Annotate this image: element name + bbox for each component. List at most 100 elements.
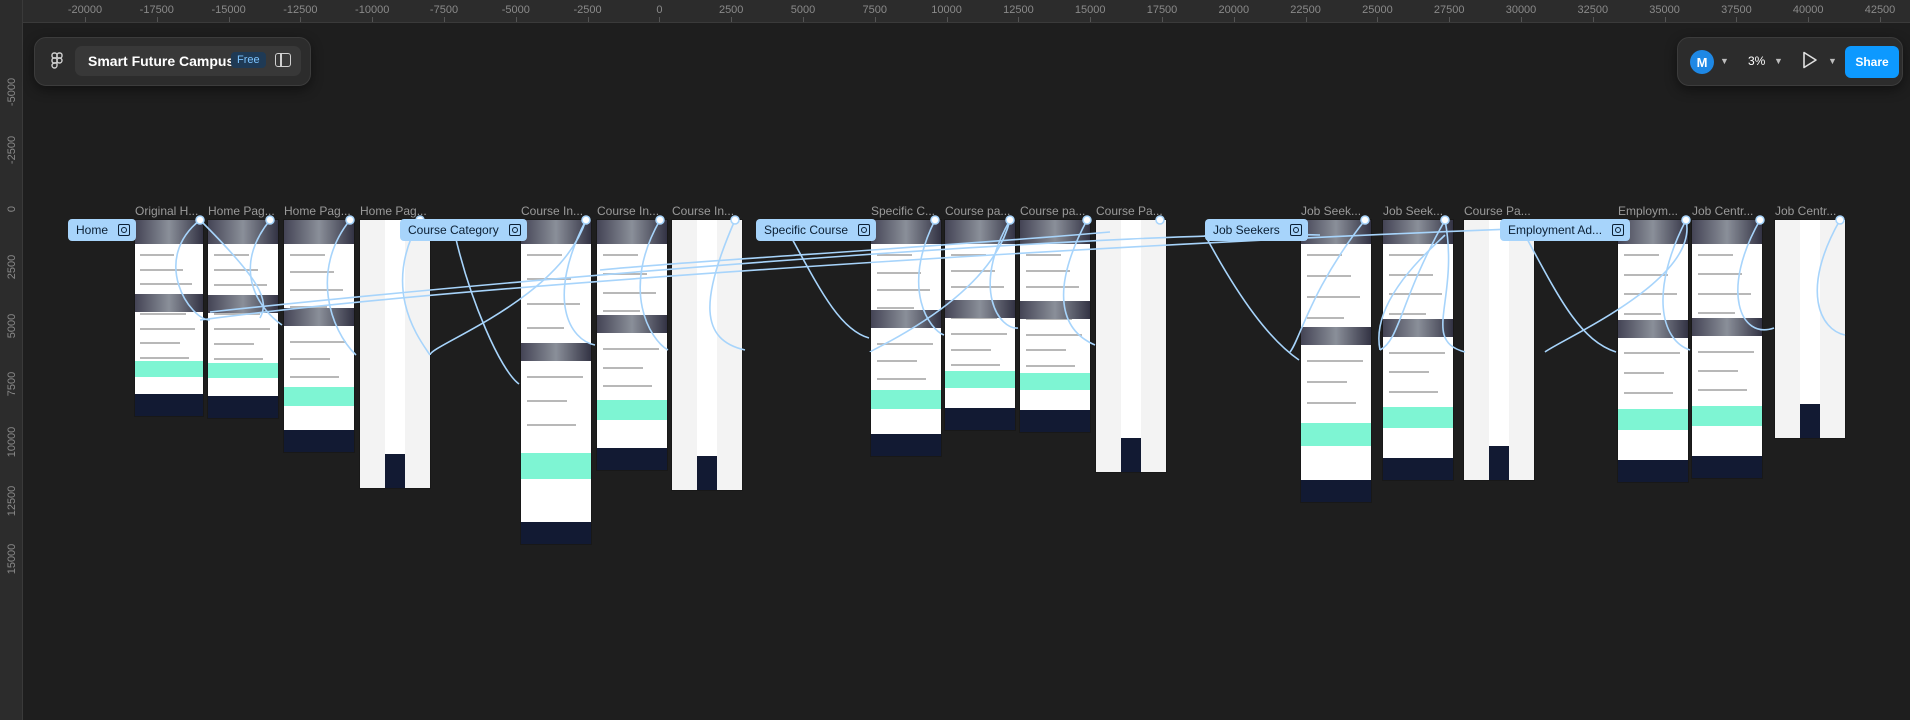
frame-text-line: [213, 268, 258, 271]
zoom-level[interactable]: 3%: [1748, 54, 1765, 68]
frame-title[interactable]: Course Pa...: [1464, 204, 1531, 218]
frame-text-line: [213, 283, 267, 286]
horizontal-ruler: -20000 -17500 -15000 -12500 -10000 -7500 -5000…: [0, 0, 1910, 23]
frame-title[interactable]: Home Pag...: [284, 204, 351, 218]
frame-title[interactable]: Original H...: [135, 204, 198, 218]
section-settings-icon[interactable]: [858, 224, 871, 236]
section-settings-icon[interactable]: [1612, 224, 1625, 236]
frame-title[interactable]: Course pa...: [945, 204, 1010, 218]
frame-thumbnail[interactable]: [360, 220, 430, 488]
frame-text-line: [1697, 370, 1739, 373]
frame-thumbnail[interactable]: [1301, 220, 1371, 502]
ruler-x-label: 27500: [1433, 4, 1465, 16]
frame-hero-image: [521, 220, 591, 244]
frame-thumbnail[interactable]: [284, 220, 354, 452]
frame-thumbnail[interactable]: [597, 220, 667, 470]
frame-footer: [1301, 480, 1371, 502]
figma-logo-icon[interactable]: [49, 52, 65, 70]
chevron-down-icon[interactable]: ▼: [1828, 56, 1837, 66]
frame-text-line: [950, 348, 992, 351]
chevron-down-icon[interactable]: ▼: [1720, 56, 1729, 66]
ruler-x-label: -17500: [139, 4, 174, 16]
frame-title[interactable]: Course In...: [597, 204, 659, 218]
frame-title[interactable]: Course Pa...: [1096, 204, 1163, 218]
frame-thumbnail[interactable]: [871, 220, 941, 456]
frame-thumbnail[interactable]: [208, 220, 278, 418]
user-avatar[interactable]: M: [1690, 50, 1714, 74]
section-label[interactable]: Job Seekers: [1205, 219, 1308, 241]
frame-text-line: [289, 288, 343, 291]
frame-thumbnail[interactable]: [1464, 220, 1534, 480]
frame-text-line: [1025, 365, 1076, 368]
ruler-tick: [156, 17, 158, 22]
frame-image-row: [284, 308, 354, 327]
frame-text-line: [289, 271, 334, 274]
frame-thumbnail[interactable]: [945, 220, 1015, 430]
frame-hero-image: [1301, 220, 1371, 244]
sidebar-toggle-icon[interactable]: [275, 53, 291, 67]
frame-text-line: [602, 272, 647, 275]
frame-text-line: [526, 375, 583, 378]
frame-text-line: [1623, 371, 1665, 374]
frame-title[interactable]: Job Seek...: [1301, 204, 1361, 218]
section-label[interactable]: Course Category: [400, 219, 527, 241]
plan-badge: Free: [231, 52, 266, 68]
frame-title[interactable]: Employm...: [1618, 204, 1678, 218]
frame-text-line: [1623, 273, 1668, 276]
frame-thumbnail[interactable]: [672, 220, 742, 490]
section-label-text: Course Category: [408, 223, 499, 237]
frame-thumbnail[interactable]: [1618, 220, 1688, 482]
section-settings-icon[interactable]: [118, 224, 131, 236]
frame-text-line: [1623, 293, 1677, 296]
frame-text-line: [1697, 292, 1751, 295]
frame-footer: [135, 394, 203, 416]
present-play-icon[interactable]: [1802, 51, 1818, 69]
project-name[interactable]: Smart Future Campus: [88, 53, 234, 69]
ruler-x-label: 2500: [718, 4, 744, 16]
frame-title[interactable]: Course In...: [521, 204, 583, 218]
frame-title[interactable]: Specific C...: [871, 204, 935, 218]
frame-text-line: [526, 278, 571, 281]
frame-thumbnail[interactable]: [135, 220, 203, 416]
frame-text-line: [1388, 254, 1424, 256]
frame-hero-image: [135, 220, 203, 244]
frame-thumbnail[interactable]: [1020, 220, 1090, 432]
frame-hero-image: [208, 220, 278, 244]
frame-text-line: [140, 312, 186, 315]
section-label[interactable]: Employment Ad...: [1500, 219, 1631, 241]
frame-title[interactable]: Job Seek...: [1383, 204, 1443, 218]
frame-title[interactable]: Course pa...: [1020, 204, 1085, 218]
ruler-y-label: -2500: [6, 136, 18, 165]
frame-thumbnail[interactable]: [1383, 220, 1453, 480]
chevron-down-icon[interactable]: ▼: [1774, 56, 1783, 66]
section-settings-icon[interactable]: [508, 224, 521, 236]
frame-image-row: [1383, 318, 1453, 337]
frame-thumbnail[interactable]: [1096, 220, 1166, 472]
ruler-x-label: 15000: [1074, 4, 1106, 16]
frame-mint-section: [945, 371, 1015, 388]
share-button[interactable]: Share: [1845, 46, 1899, 78]
frame-text-line: [526, 424, 577, 427]
section-settings-icon[interactable]: [1289, 224, 1302, 236]
frame-title[interactable]: Home Pag...: [208, 204, 275, 218]
frame-thumbnail[interactable]: [1775, 220, 1845, 438]
ruler-y-label: 7500: [6, 371, 18, 397]
ruler-x-label: -15000: [211, 4, 246, 16]
frame-text-line: [289, 375, 340, 378]
frame-footer: [871, 434, 941, 456]
section-label[interactable]: Specific Course: [756, 219, 877, 241]
frame-footer: [945, 408, 1015, 430]
frame-strip: [385, 220, 405, 488]
frame-title[interactable]: Job Centr...: [1775, 204, 1836, 218]
frame-title[interactable]: Course In...: [672, 204, 734, 218]
frame-title[interactable]: Home Pag...: [360, 204, 427, 218]
frame-image-row: [871, 309, 941, 328]
frame-text-line: [1025, 285, 1079, 288]
section-label[interactable]: Home: [68, 219, 137, 241]
ruler-tick: [1018, 17, 1020, 22]
frame-thumbnail[interactable]: [1692, 220, 1762, 478]
frame-thumbnail[interactable]: [521, 220, 591, 544]
ruler-tick: [1736, 17, 1738, 22]
frame-title[interactable]: Job Centr...: [1692, 204, 1753, 218]
file-name-area[interactable]: Smart Future Campus Free: [75, 46, 301, 76]
